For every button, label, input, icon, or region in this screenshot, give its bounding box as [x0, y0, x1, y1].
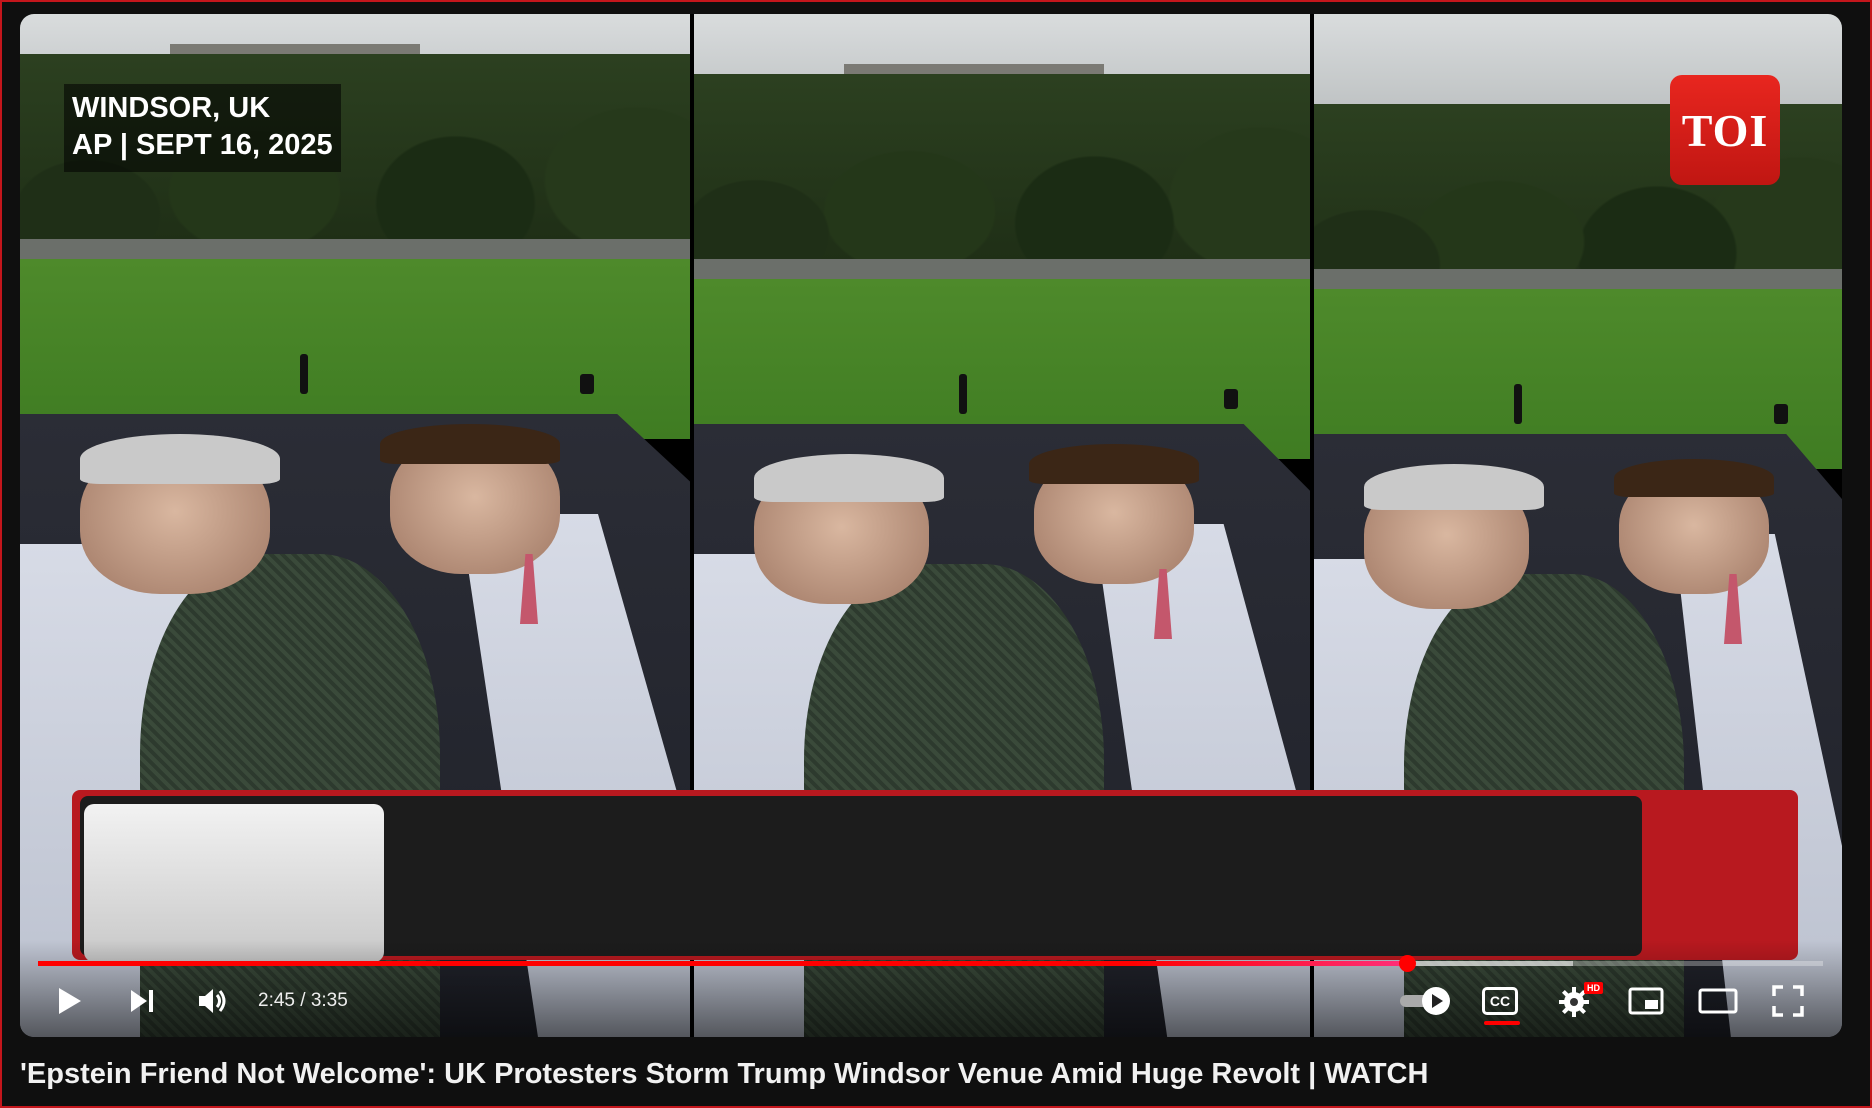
- volume-icon: [199, 989, 226, 1013]
- captions-active-indicator: [1484, 1021, 1520, 1025]
- progress-bar[interactable]: [38, 955, 1823, 972]
- fullscreen-icon: [1772, 985, 1804, 1017]
- time-display: 2:45 / 3:35: [258, 990, 348, 1011]
- autoplay-toggle-icon: [1400, 987, 1450, 1015]
- location-line-2: AP | SEPT 16, 2025: [72, 129, 333, 161]
- progress-played: [38, 961, 1408, 966]
- play-icon: [59, 988, 81, 1014]
- mute-button[interactable]: [194, 982, 232, 1020]
- location-line-1: WINDSOR, UK: [72, 92, 271, 124]
- theater-mode-button[interactable]: [1696, 985, 1740, 1017]
- autoplay-toggle[interactable]: [1398, 984, 1454, 1018]
- next-button[interactable]: [124, 982, 160, 1020]
- location-caption: WINDSOR, UK AP | SEPT 16, 2025: [64, 84, 341, 172]
- skip-next-icon: [131, 990, 153, 1012]
- play-button[interactable]: [52, 982, 88, 1020]
- fullscreen-button[interactable]: [1770, 984, 1806, 1018]
- hd-badge: HD: [1584, 982, 1603, 994]
- toi-logo: TOI: [1670, 75, 1780, 185]
- progress-scrubber[interactable]: [1399, 955, 1417, 972]
- theater-mode-icon: [1698, 988, 1738, 1014]
- preview-thumbnail: [84, 804, 384, 962]
- miniplayer-button[interactable]: [1626, 985, 1666, 1017]
- video-title[interactable]: 'Epstein Friend Not Welcome': UK Protest…: [20, 1058, 1428, 1091]
- miniplayer-icon: [1628, 987, 1664, 1015]
- cc-icon: CC: [1482, 987, 1518, 1015]
- captions-button[interactable]: CC: [1480, 985, 1520, 1017]
